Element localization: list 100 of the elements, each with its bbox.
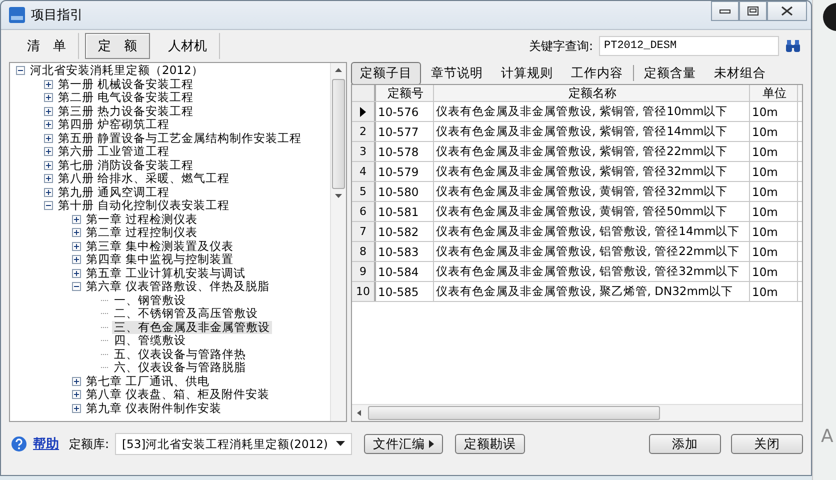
- mode-tab[interactable]: 定 额: [85, 33, 150, 59]
- close-button[interactable]: [767, 1, 807, 21]
- table-cell: 仪表有色金属及非金属管敷设, 紫铜管, 管径22mm以下: [434, 142, 750, 161]
- tree-item[interactable]: 第七章 工厂通讯、供电: [84, 374, 212, 388]
- tree-item[interactable]: 第一册 机械设备安装工程: [56, 78, 196, 91]
- tree-item[interactable]: 六、仪表设备与管路脱脂: [112, 361, 248, 374]
- binoculars-icon[interactable]: [785, 39, 801, 53]
- table-cell: 10m: [750, 162, 798, 181]
- tree-item[interactable]: 第六章 仪表管路敷设、伴热及脱脂: [84, 280, 272, 294]
- mode-tab[interactable]: 人材机: [156, 33, 220, 59]
- table-cell: 10m: [750, 142, 798, 161]
- expander-icon[interactable]: [44, 93, 53, 102]
- expander-icon[interactable]: [44, 120, 53, 130]
- row-header[interactable]: 3: [352, 142, 376, 161]
- action-button[interactable]: 文件汇编: [364, 434, 443, 454]
- maximize-button[interactable]: [739, 1, 767, 21]
- table-cell: 10m: [750, 282, 798, 301]
- tree-item[interactable]: 二、不锈钢管及高压管敷设: [112, 307, 260, 320]
- tree-item[interactable]: 第二章 过程控制仪表: [84, 226, 200, 240]
- mode-tab[interactable]: 清 单: [15, 33, 79, 59]
- tree-item[interactable]: 第十册 自动化控制仪表安装工程: [56, 199, 232, 212]
- submenu-arrow-icon: [428, 440, 434, 448]
- row-header[interactable]: 6: [352, 202, 376, 221]
- table-cell: 10m: [750, 102, 798, 121]
- table-cell: 10-585: [376, 282, 434, 301]
- row-header[interactable]: 9: [352, 262, 376, 281]
- table-cell: 仪表有色金属及非金属管敷设, 聚乙烯管, DN32mm以下: [434, 282, 750, 301]
- action-button[interactable]: 关闭: [731, 434, 803, 454]
- tree-item[interactable]: 三、有色金属及非金属管敷设: [112, 320, 272, 334]
- tree-item[interactable]: 第二册 电气设备安装工程: [56, 91, 196, 104]
- tree-item[interactable]: 第九章 仪表附件制作安装: [84, 402, 224, 415]
- expander-icon[interactable]: [44, 147, 53, 156]
- expander-icon[interactable]: [16, 66, 25, 76]
- column-header[interactable]: 定额名称: [434, 85, 750, 101]
- detail-tab[interactable]: 未材组合: [706, 62, 774, 84]
- detail-tab[interactable]: 定额含量: [636, 62, 704, 84]
- help-link[interactable]: 帮助: [33, 435, 59, 453]
- tree-item[interactable]: 第七册 消防设备安装工程: [56, 158, 196, 172]
- tree-item[interactable]: 第五章 工业计算机安装与调试: [84, 266, 248, 280]
- avatar-icon: [822, 2, 836, 32]
- table-cell: 仪表有色金属及非金属管敷设, 紫铜管, 管径14mm以下: [434, 122, 750, 141]
- maximize-icon: [747, 6, 759, 16]
- window-title: 项目指引: [31, 7, 83, 24]
- expander-icon[interactable]: [72, 268, 81, 278]
- tree-item[interactable]: 河北省安装消耗里定额（2012）: [28, 64, 206, 78]
- tree-item[interactable]: 第四册 炉窑砌筑工程: [56, 118, 172, 132]
- tree-item[interactable]: 第八册 给排水、采暖、燃气工程: [56, 172, 232, 186]
- tree-item[interactable]: 四、管缆敷设: [112, 334, 188, 348]
- tree-item[interactable]: 第三册 热力设备安装工程: [56, 104, 196, 118]
- row-header[interactable]: 5: [352, 182, 376, 201]
- tree-item[interactable]: 第八章 仪表盘、箱、柜及附件安装: [84, 388, 272, 402]
- expander-icon[interactable]: [72, 228, 81, 238]
- action-button[interactable]: 添加: [649, 434, 721, 454]
- expander-icon[interactable]: [72, 282, 81, 292]
- expander-icon[interactable]: [44, 188, 53, 197]
- expander-icon[interactable]: [72, 376, 81, 386]
- tree-item[interactable]: 第四章 集中监视与控制装置: [84, 253, 236, 266]
- app-icon: [9, 7, 25, 23]
- search-field[interactable]: PT2012_DESM: [599, 36, 779, 56]
- table-cell: 10-582: [376, 222, 434, 241]
- row-header[interactable]: 10: [352, 282, 376, 301]
- tree-item[interactable]: 第三章 集中检测装置及仪表: [84, 240, 236, 253]
- expander-icon[interactable]: [72, 390, 81, 400]
- table-cell: 仪表有色金属及非金属管敷设, 黄铜管, 管径50mm以下: [434, 202, 750, 221]
- expander-icon[interactable]: [44, 80, 53, 89]
- minimize-icon: [719, 7, 731, 15]
- library-dropdown[interactable]: [53]河北省安装工程消耗里定额(2012): [115, 433, 352, 455]
- detail-tab[interactable]: 定额子目: [351, 62, 421, 84]
- row-header[interactable]: [352, 102, 376, 121]
- action-button[interactable]: 定额勘误: [454, 434, 525, 454]
- tree-item[interactable]: 第六册 工业管道工程: [56, 145, 172, 158]
- tree-item[interactable]: 第九册 通风空调工程: [56, 186, 172, 199]
- minimize-button[interactable]: [711, 1, 739, 21]
- row-header[interactable]: 7: [352, 222, 376, 241]
- expander-icon[interactable]: [72, 255, 81, 264]
- detail-tab[interactable]: 计算规则: [493, 62, 561, 84]
- detail-tab[interactable]: 章节说明: [423, 62, 491, 84]
- expander-icon[interactable]: [44, 201, 53, 210]
- expander-icon[interactable]: [44, 160, 53, 170]
- row-header[interactable]: 4: [352, 162, 376, 181]
- row-header[interactable]: 2: [352, 122, 376, 141]
- column-header[interactable]: 定额号: [376, 85, 434, 101]
- expander-icon[interactable]: [44, 174, 53, 184]
- help-icon[interactable]: [11, 436, 27, 452]
- tree-item[interactable]: 第一章 过程检测仪表: [84, 212, 200, 226]
- expander-icon[interactable]: [44, 134, 53, 143]
- tree-item[interactable]: 五、仪表设备与管路伴热: [112, 348, 248, 361]
- table-cell: 10-584: [376, 262, 434, 281]
- table-cell: 10-583: [376, 242, 434, 261]
- expander-icon[interactable]: [72, 214, 81, 224]
- vertical-scrollbar[interactable]: [330, 63, 346, 421]
- expander-icon[interactable]: [72, 242, 81, 251]
- expander-icon[interactable]: [44, 106, 53, 116]
- detail-tab[interactable]: 工作内容: [563, 62, 631, 84]
- horizontal-scrollbar[interactable]: [352, 404, 802, 421]
- tree-item[interactable]: 第五册 静置设备与工艺金属结构制作安装工程: [56, 132, 304, 145]
- expander-icon[interactable]: [72, 404, 81, 413]
- row-header[interactable]: 8: [352, 242, 376, 261]
- tree-item[interactable]: 一、钢管敷设: [112, 294, 188, 307]
- column-header[interactable]: 单位: [750, 85, 798, 101]
